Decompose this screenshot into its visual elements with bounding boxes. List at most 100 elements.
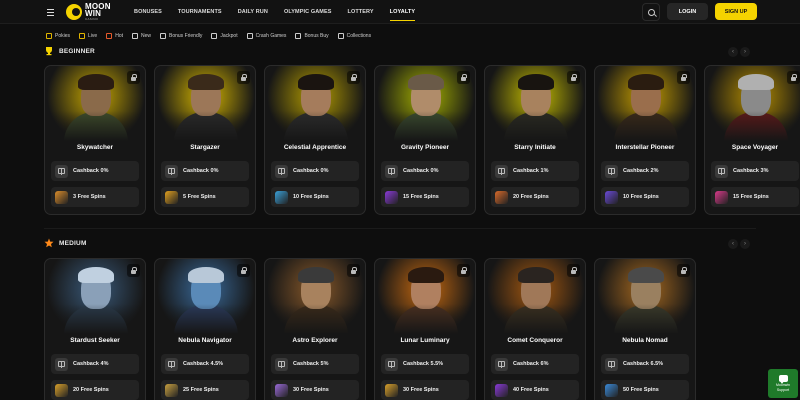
logo[interactable]: MOON WIN CASINO xyxy=(66,3,111,21)
bonus-buy-icon xyxy=(295,33,302,39)
bonus-icon xyxy=(160,33,166,39)
free-spins-perk: 20 Free Spins xyxy=(51,380,139,400)
gift-icon xyxy=(165,357,178,371)
free-spins-text: 50 Free Spins xyxy=(623,387,659,393)
category-collections[interactable]: Collections xyxy=(337,33,371,39)
cashback-text: Cashback 3% xyxy=(733,168,769,174)
nav-olympic-games[interactable]: OLYMPIC GAMES xyxy=(276,0,340,24)
lock-icon xyxy=(127,264,140,277)
loyalty-level-card[interactable]: Nebula Nomad Cashback 6.5% 50 Free Spins xyxy=(594,258,696,400)
cashback-text: Cashback 0% xyxy=(293,168,329,174)
cashback-text: Cashback 6% xyxy=(513,361,549,367)
slot-game-icon xyxy=(55,190,68,204)
loyalty-level-card[interactable]: Starry Initiate Cashback 1% 20 Free Spins xyxy=(484,65,586,215)
category-label: Bonus Buy xyxy=(304,33,329,39)
cashback-perk: Cashback 4.5% xyxy=(161,354,249,374)
slot-game-icon xyxy=(55,383,68,397)
nav-tournaments[interactable]: TOURNAMENTS xyxy=(170,0,230,24)
slot-game-icon xyxy=(385,190,398,204)
free-spins-perk: 10 Free Spins xyxy=(271,187,359,207)
nav-bonuses[interactable]: BONUSES xyxy=(126,0,170,24)
login-button[interactable]: LOGIN xyxy=(667,3,708,20)
category-jackpot[interactable]: Jackpot xyxy=(211,33,238,39)
category-bonus-friendly[interactable]: Bonus Friendly xyxy=(160,33,202,39)
loyalty-level-card[interactable]: Nebula Navigator Cashback 4.5% 25 Free Spi… xyxy=(154,258,256,400)
loyalty-level-card[interactable]: Celestial Apprentice Cashback 0% 10 Free S… xyxy=(264,65,366,215)
loyalty-level-card[interactable]: Stardust Seeker Cashback 4% 20 Free Spins xyxy=(44,258,146,400)
free-spins-perk: 20 Free Spins xyxy=(491,187,579,207)
loyalty-level-card[interactable]: Space Voyager Cashback 3% 15 Free Spins xyxy=(704,65,800,215)
level-name: Lunar Luminary xyxy=(400,337,450,344)
beginner-cards: Skywatcher Cashback 0% 3 Free Spins Stargaz… xyxy=(44,65,800,215)
loyalty-level-card[interactable]: Stargazer Cashback 0% 5 Free Spins xyxy=(154,65,256,215)
prev-arrow-icon[interactable]: ‹ xyxy=(728,239,738,249)
cashback-text: Cashback 0% xyxy=(183,168,219,174)
support-chat-button[interactable]: Moonwin Support xyxy=(768,369,798,398)
loyalty-level-card[interactable]: Comet Conqueror Cashback 6% 40 Free Spins xyxy=(484,258,586,400)
level-name: Interstellar Pioneer xyxy=(615,144,675,151)
moon-logo-icon xyxy=(66,4,82,20)
gift-icon xyxy=(55,357,68,371)
cashback-perk: Cashback 0% xyxy=(51,161,139,181)
section-medium-header: MEDIUM xyxy=(44,238,87,248)
trophy-icon xyxy=(46,47,52,56)
free-spins-perk: 15 Free Spins xyxy=(381,187,469,207)
lock-icon xyxy=(347,71,360,84)
menu-icon[interactable] xyxy=(42,5,58,19)
level-name: Stargazer xyxy=(190,144,220,151)
category-label: New xyxy=(140,33,151,39)
nav-lottery[interactable]: LOTTERY xyxy=(340,0,382,24)
level-name: Celestial Apprentice xyxy=(283,144,347,151)
category-label: Bonus Friendly xyxy=(169,33,203,39)
free-spins-perk: 30 Free Spins xyxy=(381,380,469,400)
medium-pager: ‹ › xyxy=(728,239,750,249)
search-button[interactable] xyxy=(642,3,660,21)
new-icon xyxy=(131,33,138,39)
live-icon xyxy=(79,33,86,39)
section-beginner-header: BEGINNER xyxy=(44,46,95,56)
category-live[interactable]: Live xyxy=(79,33,97,39)
nav-daily-run[interactable]: DAILY RUN xyxy=(230,0,276,24)
slot-game-icon xyxy=(275,383,288,397)
loyalty-level-card[interactable]: Astro Explorer Cashback 5% 30 Free Spins xyxy=(264,258,366,400)
cashback-perk: Cashback 2% xyxy=(601,161,689,181)
slot-game-icon xyxy=(605,190,618,204)
free-spins-text: 20 Free Spins xyxy=(513,194,549,200)
loyalty-level-card[interactable]: Lunar Luminary Cashback 5.5% 30 Free Spins xyxy=(374,258,476,400)
category-hot[interactable]: Hot xyxy=(106,33,123,39)
category-label: Live xyxy=(88,33,98,39)
signup-button[interactable]: SIGN UP xyxy=(715,3,757,20)
logo-text-2: WIN xyxy=(85,9,102,18)
cashback-perk: Cashback 3% xyxy=(711,161,799,181)
logo-wordmark: MOON WIN CASINO xyxy=(85,3,111,22)
free-spins-perk: 3 Free Spins xyxy=(51,187,139,207)
category-label: Crash Games xyxy=(255,33,287,39)
loyalty-level-card[interactable]: Interstellar Pioneer Cashback 2% 10 Free S… xyxy=(594,65,696,215)
lock-icon xyxy=(237,71,250,84)
loyalty-level-card[interactable]: Gravity Pioneer Cashback 0% 15 Free Spins xyxy=(374,65,476,215)
prev-arrow-icon[interactable]: ‹ xyxy=(728,47,738,57)
crash-icon xyxy=(246,33,253,39)
top-header: MOON WIN CASINO BONUSES TOURNAMENTS DAILY … xyxy=(0,0,800,24)
chat-icon xyxy=(778,375,788,384)
category-new[interactable]: New xyxy=(131,33,151,39)
level-name: Nebula Nomad xyxy=(622,337,668,344)
next-arrow-icon[interactable]: › xyxy=(740,47,750,57)
gift-icon xyxy=(275,164,288,178)
category-label: Hot xyxy=(115,33,123,39)
category-crash-games[interactable]: Crash Games xyxy=(246,33,287,39)
loyalty-level-card[interactable]: Skywatcher Cashback 0% 3 Free Spins xyxy=(44,65,146,215)
next-arrow-icon[interactable]: › xyxy=(740,239,750,249)
free-spins-perk: 25 Free Spins xyxy=(161,380,249,400)
level-name: Astro Explorer xyxy=(292,337,338,344)
category-label: Jackpot xyxy=(220,33,238,39)
nav-loyalty[interactable]: LOYALTY xyxy=(382,0,423,24)
lock-icon xyxy=(237,264,250,277)
category-bonus-buy[interactable]: Bonus Buy xyxy=(295,33,329,39)
free-spins-perk: 10 Free Spins xyxy=(601,187,689,207)
gift-icon xyxy=(55,164,68,178)
gift-icon xyxy=(715,164,728,178)
category-pokies[interactable]: Pokies xyxy=(46,33,70,39)
cashback-text: Cashback 0% xyxy=(403,168,439,174)
free-spins-text: 10 Free Spins xyxy=(623,194,659,200)
